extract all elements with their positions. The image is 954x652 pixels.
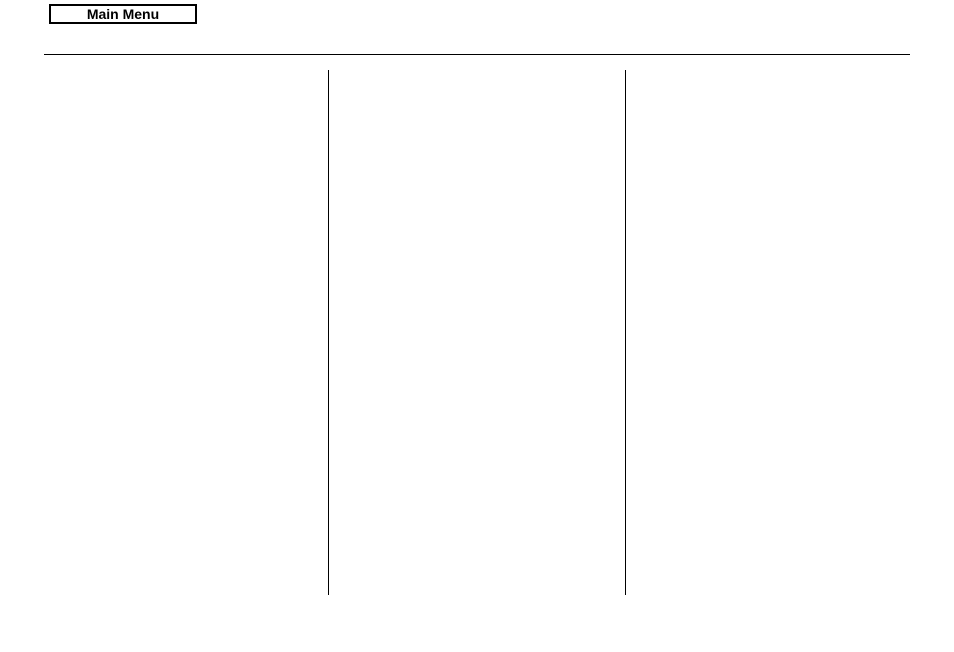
column-spacer: [329, 70, 625, 595]
column-divider-2: [625, 70, 626, 595]
columns-region: [328, 70, 910, 595]
main-menu-button[interactable]: Main Menu: [49, 4, 197, 24]
page-container: Main Menu: [0, 0, 954, 595]
main-menu-label: Main Menu: [87, 6, 159, 22]
header-divider: [44, 54, 910, 55]
